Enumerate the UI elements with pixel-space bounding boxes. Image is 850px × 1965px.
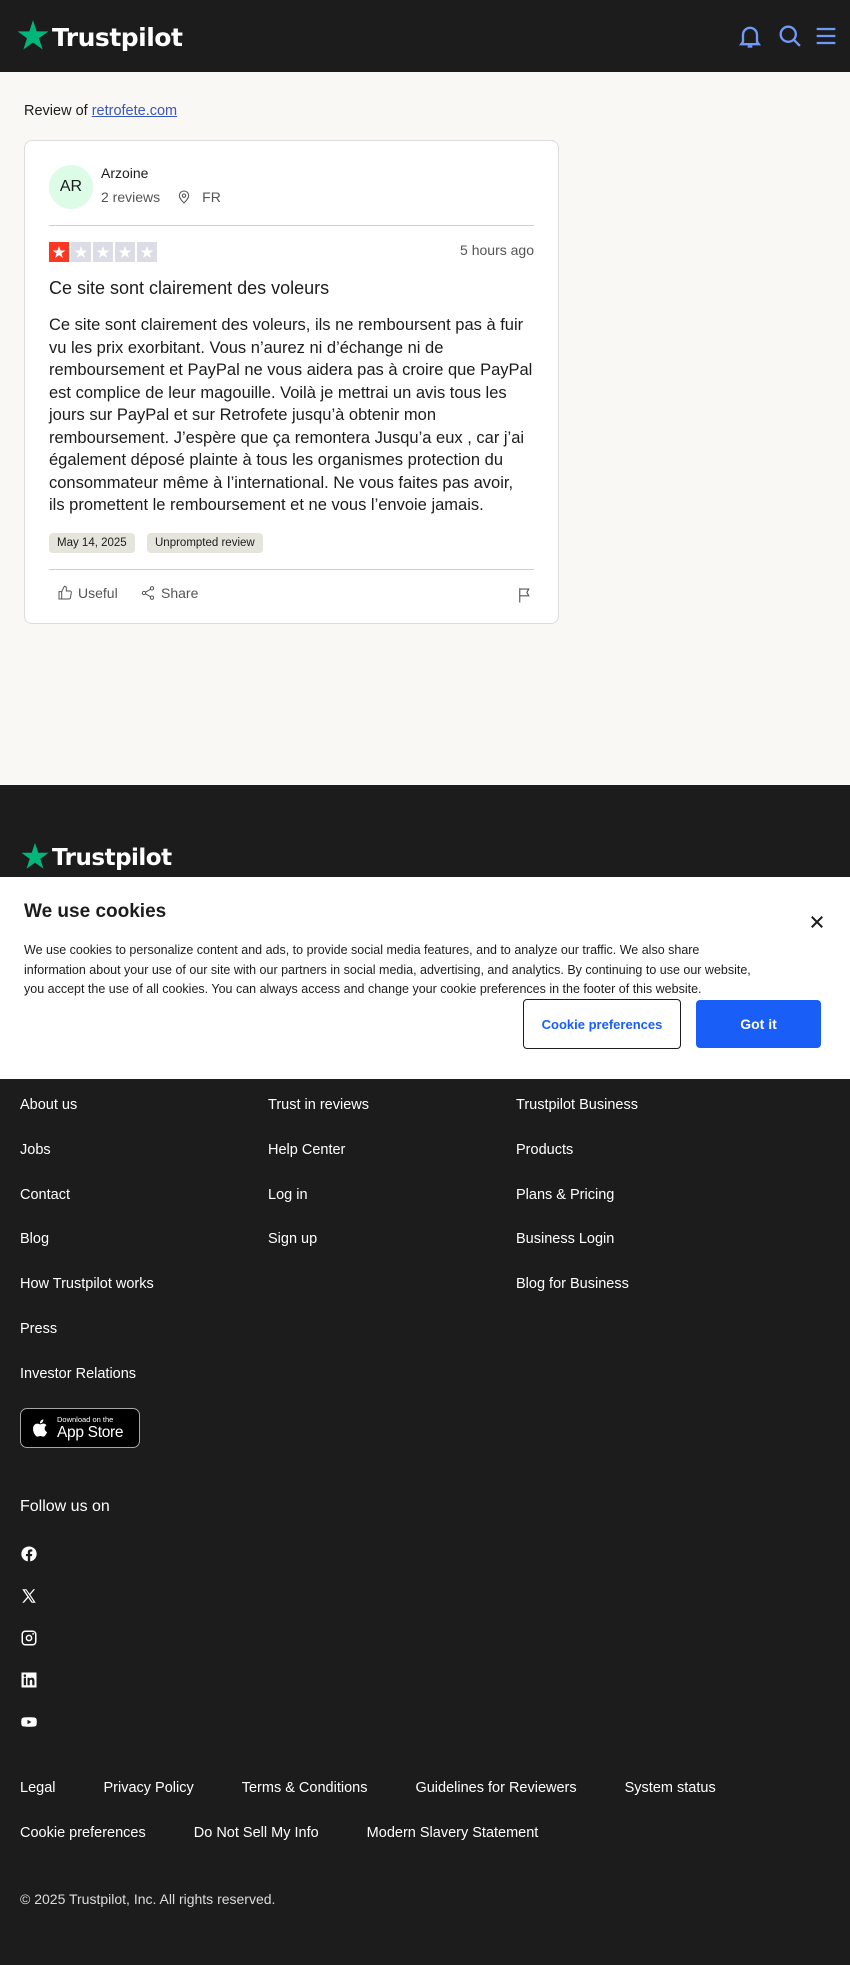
- review-body-line: jours sur PayPal et sur Retrofete jusqu’…: [49, 406, 437, 424]
- trustpilot-logo[interactable]: Trustpilot: [16, 18, 183, 52]
- reviewer-name[interactable]: Arzoine: [101, 165, 148, 181]
- site-header: Trustpilot: [0, 0, 850, 72]
- review-of-line: Review of retrofete.com: [24, 103, 177, 119]
- review-of-label: Review of: [24, 103, 88, 119]
- footer-link[interactable]: Trust in reviews: [268, 1097, 369, 1142]
- search-icon[interactable]: [776, 22, 804, 50]
- legal-links-row-2: Cookie preferences Do Not Sell My Info Mod…: [20, 1825, 586, 1841]
- share-button[interactable]: Share: [140, 585, 198, 601]
- legal-link[interactable]: Terms & Conditions: [242, 1780, 368, 1796]
- legal-link[interactable]: Cookie preferences: [20, 1825, 146, 1841]
- x-icon[interactable]: [20, 1587, 38, 1605]
- useful-button[interactable]: Useful: [57, 585, 118, 601]
- footer-link[interactable]: Blog: [20, 1231, 154, 1276]
- useful-label: Useful: [78, 585, 118, 601]
- trustpilot-star-icon: [21, 842, 49, 869]
- review-title[interactable]: Ce site sont clairement des voleurs: [49, 278, 329, 299]
- divider: [49, 225, 534, 226]
- legal-link[interactable]: Privacy Policy: [103, 1780, 193, 1796]
- star-rating: [49, 242, 157, 262]
- review-body-line: remboursement et PayPal ne vous aidera p…: [49, 361, 533, 379]
- legal-links-row-1: Legal Privacy Policy Terms & Conditions Gui…: [20, 1780, 764, 1796]
- review-body-line: consommateur même à l’international. Ne …: [49, 473, 514, 492]
- copyright: © 2025 Trustpilot, Inc. All rights reser…: [20, 1891, 276, 1907]
- legal-link[interactable]: Modern Slavery Statement: [367, 1825, 539, 1841]
- review-body-line: également déposé plainte à tous les orga…: [49, 451, 504, 469]
- review-body-line: remboursement. J’espère que ça remontera…: [49, 428, 525, 447]
- footer-column-community: Trust in reviews Help Center Log in Sign up: [268, 1097, 369, 1276]
- footer-trustpilot-logo[interactable]: Trustpilot: [20, 841, 172, 871]
- rating-star-icon: [137, 242, 157, 262]
- youtube-icon[interactable]: [20, 1713, 38, 1731]
- reviewer-meta: 2 reviews FR: [101, 188, 221, 205]
- reviews-count: 2 reviews: [101, 188, 161, 205]
- review-body-line: ils promettent le remboursement et ne vo…: [49, 496, 484, 514]
- footer-link[interactable]: Products: [516, 1142, 638, 1187]
- app-store-badge[interactable]: Download on the App Store: [20, 1408, 140, 1448]
- cookie-preferences-button[interactable]: Cookie preferences: [523, 999, 681, 1049]
- divider: [49, 569, 534, 570]
- apple-icon: [33, 1419, 48, 1437]
- follow-us-heading: Follow us on: [20, 1498, 110, 1515]
- rating-star-icon: [115, 242, 135, 262]
- cookie-text-line: We use cookies to personalize content an…: [24, 943, 700, 957]
- brand-name: Trustpilot: [52, 22, 183, 52]
- cookie-text-line: information about your use of our site w…: [24, 962, 751, 977]
- avatar[interactable]: AR: [49, 165, 93, 209]
- close-icon[interactable]: [808, 913, 826, 931]
- legal-link[interactable]: System status: [625, 1780, 716, 1796]
- footer-link[interactable]: Business Login: [516, 1231, 638, 1276]
- footer-link[interactable]: Press: [20, 1321, 154, 1366]
- location-pin-icon: [176, 188, 192, 205]
- flag-icon[interactable]: [516, 586, 534, 608]
- trustpilot-star-icon: [17, 20, 49, 50]
- cookie-title: We use cookies: [24, 901, 167, 922]
- rating-star-icon: [49, 242, 69, 262]
- footer-link[interactable]: Contact: [20, 1187, 154, 1232]
- footer-link[interactable]: Log in: [268, 1187, 369, 1232]
- thumbs-up-icon: [58, 585, 72, 600]
- facebook-icon[interactable]: [20, 1545, 38, 1563]
- cookie-banner: We use cookies We use cookies to persona…: [0, 877, 850, 1079]
- cookie-text-line: you accept the use of all cookies. You c…: [24, 982, 702, 996]
- cookie-text: We use cookies to personalize content an…: [24, 941, 814, 1000]
- review-body-line: est complice de leur magouille. Voilà je…: [49, 383, 507, 402]
- footer-link[interactable]: Plans & Pricing: [516, 1187, 638, 1232]
- review-body-line: Ce site sont clairement des voleurs, ils…: [49, 316, 524, 334]
- rating-star-icon: [93, 242, 113, 262]
- share-label: Share: [161, 585, 199, 601]
- footer-link[interactable]: Sign up: [268, 1231, 369, 1276]
- footer-link[interactable]: How Trustpilot works: [20, 1276, 154, 1321]
- linkedin-icon[interactable]: [20, 1671, 38, 1689]
- footer-link[interactable]: Investor Relations: [20, 1366, 154, 1411]
- review-body: Ce site sont clairement des voleurs, ils…: [49, 314, 539, 517]
- footer-link[interactable]: Help Center: [268, 1142, 369, 1187]
- legal-link[interactable]: Guidelines for Reviewers: [415, 1780, 576, 1796]
- footer-column-business: Trustpilot Business Products Plans & Prici…: [516, 1097, 638, 1321]
- review-type-tag[interactable]: Unprompted review: [147, 533, 263, 553]
- legal-link[interactable]: Legal: [20, 1780, 55, 1796]
- instagram-icon[interactable]: [20, 1629, 38, 1647]
- review-date-tag: May 14, 2025: [49, 533, 135, 553]
- app-store-big-text: App Store: [57, 1423, 124, 1441]
- bell-icon[interactable]: [736, 22, 764, 50]
- footer-link[interactable]: Trustpilot Business: [516, 1097, 638, 1142]
- menu-icon[interactable]: [812, 22, 840, 50]
- review-card: AR Arzoine 2 reviews FR 5 hours ago Ce s…: [24, 140, 559, 624]
- company-link[interactable]: retrofete.com: [92, 103, 177, 119]
- review-body-line: vu les prix exorbitant. Vous n’aurez ni …: [49, 338, 444, 357]
- reviewer-country: FR: [202, 188, 221, 205]
- footer-link[interactable]: Blog for Business: [516, 1276, 638, 1321]
- share-icon: [141, 586, 155, 600]
- app-store-small-text: Download on the: [57, 1414, 114, 1424]
- got-it-button[interactable]: Got it: [696, 1000, 821, 1048]
- footer-column-about: About us Jobs Contact Blog How Trustpilot wo…: [20, 1097, 154, 1411]
- rating-star-icon: [71, 242, 91, 262]
- footer-link[interactable]: About us: [20, 1097, 154, 1142]
- legal-link[interactable]: Do Not Sell My Info: [194, 1825, 319, 1841]
- review-time: 5 hours ago: [460, 242, 534, 258]
- footer-brand-name: Trustpilot: [52, 845, 172, 871]
- footer-link[interactable]: Jobs: [20, 1142, 154, 1187]
